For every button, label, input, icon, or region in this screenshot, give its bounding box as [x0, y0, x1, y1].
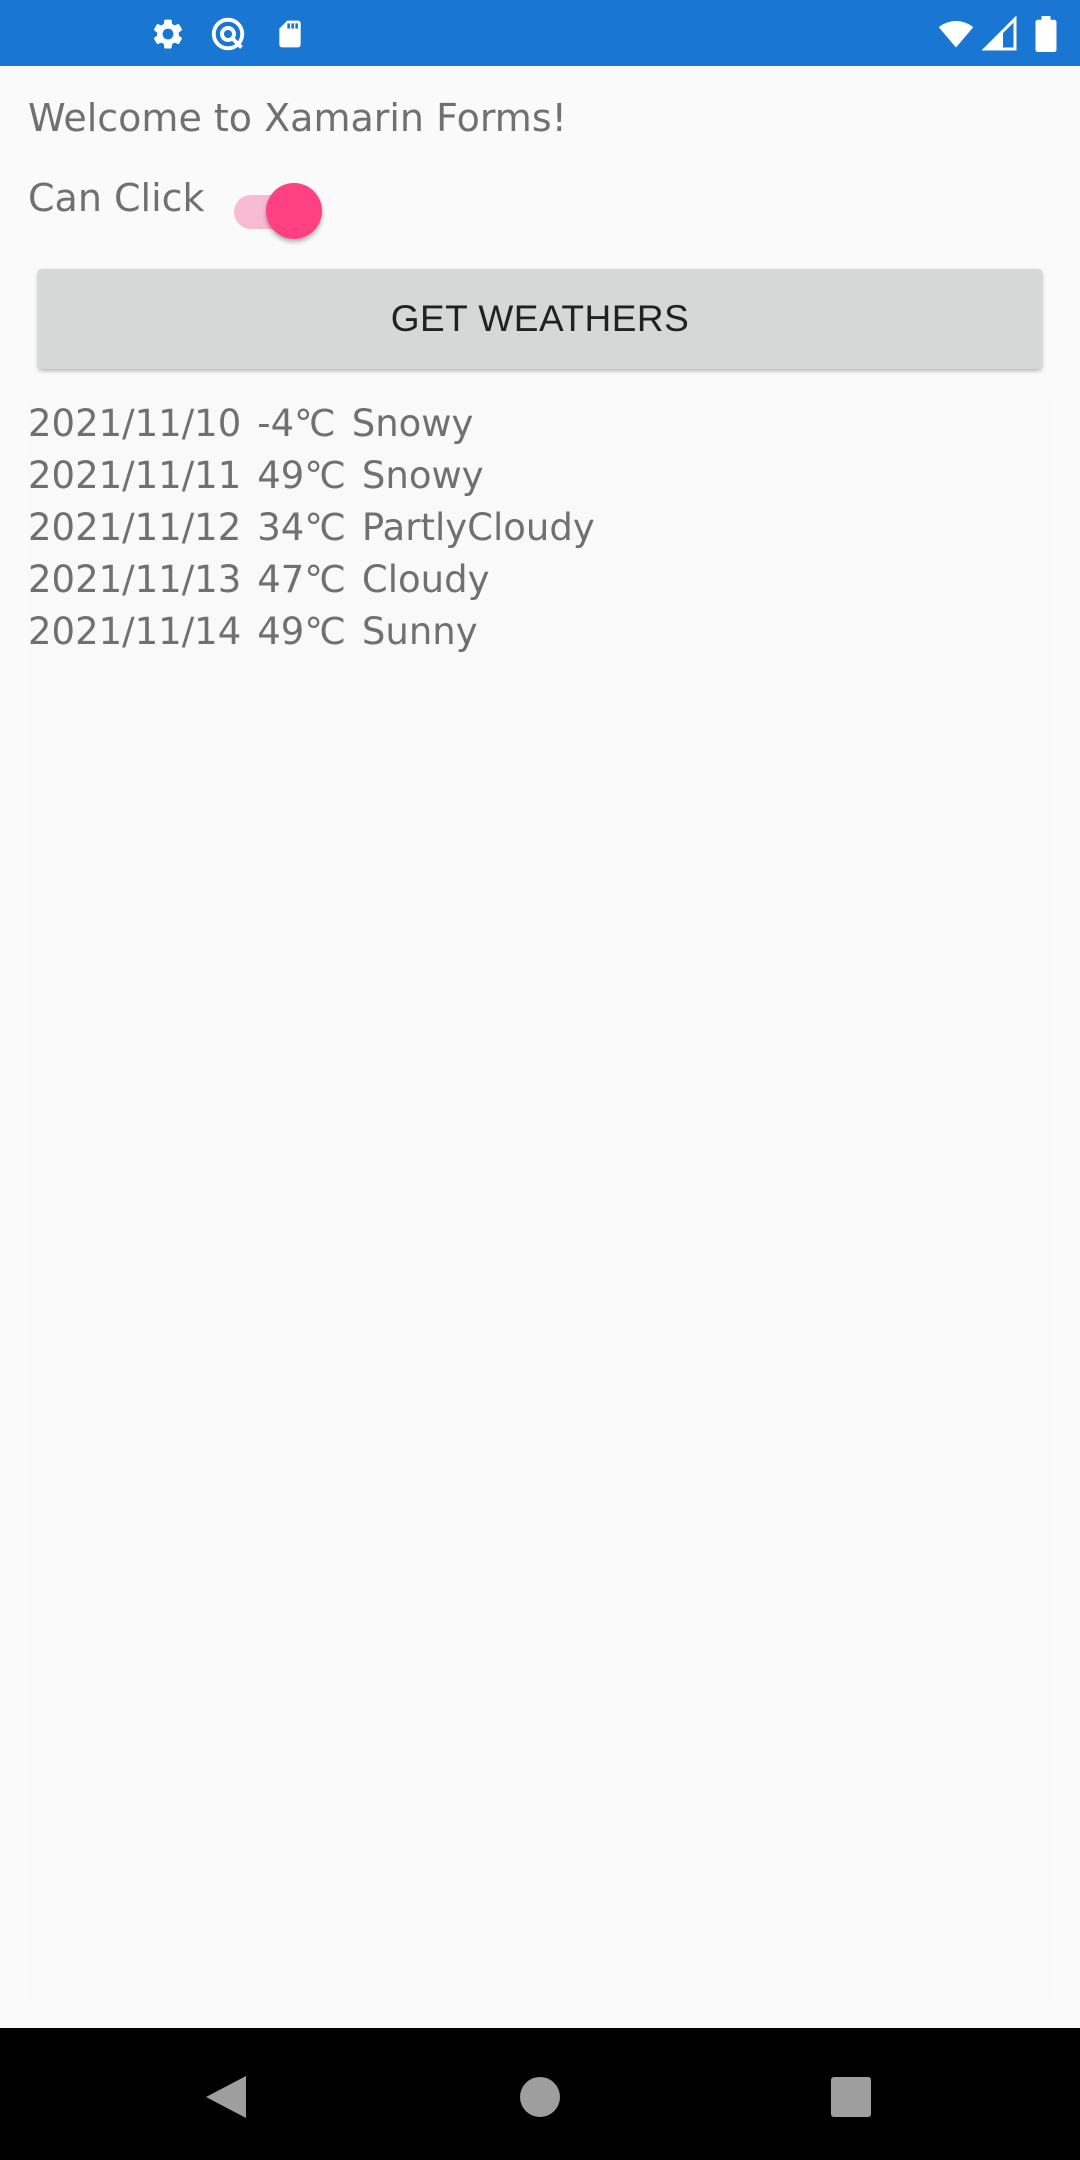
weather-date: 2021/11/14 — [28, 610, 242, 653]
navigation-bar — [0, 2028, 1080, 2160]
at-sign-icon — [211, 17, 245, 51]
list-item[interactable]: 2021/11/10 -4℃ Snowy — [28, 402, 473, 454]
weather-condition: Sunny — [361, 610, 478, 653]
weather-list[interactable]: 2021/11/10 -4℃ Snowy 2021/11/11 49℃ Snow… — [28, 402, 1052, 2002]
list-item[interactable]: 2021/11/11 49℃ Snowy — [28, 454, 484, 506]
weather-temp: 49℃ — [257, 454, 346, 497]
list-item[interactable]: 2021/11/14 49℃ Sunny — [28, 610, 478, 662]
weather-condition: PartlyCloudy — [361, 506, 595, 549]
sd-card-icon — [279, 20, 301, 48]
weather-date: 2021/11/13 — [28, 558, 242, 601]
wifi-icon — [938, 20, 974, 48]
weather-date: 2021/11/10 — [28, 402, 242, 445]
can-click-switch[interactable] — [232, 179, 324, 239]
status-bar — [0, 0, 1080, 66]
switch-thumb — [266, 183, 322, 239]
can-click-label: Can Click — [28, 176, 205, 220]
weather-condition: Cloudy — [361, 558, 490, 601]
home-icon[interactable] — [518, 2074, 562, 2120]
weather-date: 2021/11/11 — [28, 454, 242, 497]
weather-temp: 49℃ — [257, 610, 346, 653]
weather-temp: 34℃ — [257, 506, 346, 549]
gear-icon — [153, 19, 183, 49]
weather-condition: Snowy — [351, 402, 474, 445]
welcome-label: Welcome to Xamarin Forms! — [28, 96, 567, 140]
signal-icon — [982, 16, 1017, 51]
weather-temp: 47℃ — [257, 558, 346, 601]
weather-date: 2021/11/12 — [28, 506, 242, 549]
list-item[interactable]: 2021/11/13 47℃ Cloudy — [28, 558, 490, 610]
battery-icon — [1035, 16, 1057, 52]
list-item[interactable]: 2021/11/12 34℃ PartlyCloudy — [28, 506, 595, 558]
main-content: Welcome to Xamarin Forms! Can Click GET … — [0, 66, 1080, 2028]
back-icon[interactable] — [204, 2074, 248, 2120]
recents-icon[interactable] — [830, 2074, 872, 2120]
weather-temp: -4℃ — [257, 402, 336, 445]
weather-condition: Snowy — [361, 454, 484, 497]
get-weathers-button[interactable]: GET WEATHERS — [38, 269, 1042, 369]
